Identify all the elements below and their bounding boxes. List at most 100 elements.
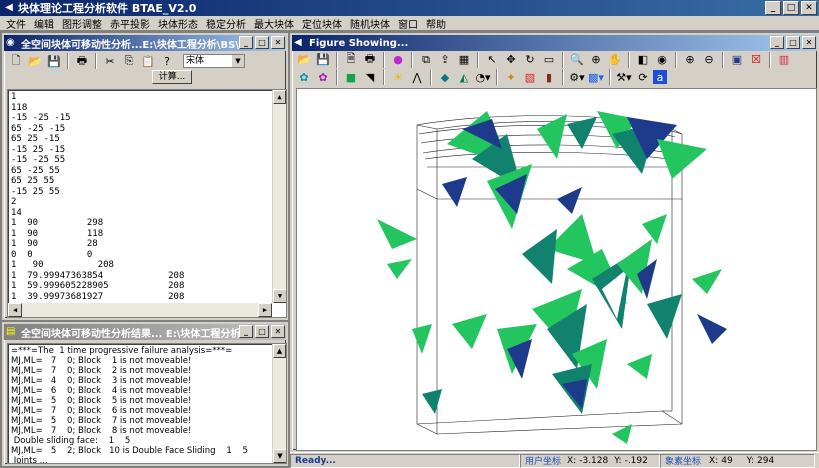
shade-icon[interactable]: ✿ (295, 69, 313, 86)
fill-icon[interactable]: ◉ (653, 51, 671, 68)
save-icon[interactable]: 💾 (45, 53, 63, 70)
input-minimize-button[interactable]: _ (239, 36, 253, 49)
plane-icon[interactable]: ◭ (455, 69, 473, 86)
joint-planes (377, 111, 727, 444)
menu-max-block[interactable]: 最大块体 (250, 16, 298, 31)
input-window-titlebar[interactable]: ◉ 全空间块体可移动性分析...E:\块体工程分析\BS\... _ □ ✕ (4, 35, 286, 51)
close-button[interactable]: ✕ (801, 1, 817, 15)
input-maximize-button[interactable]: □ (255, 36, 269, 49)
figure-toolbar-1: 📂 💾 🗎 🖶 ● ⧉ ⇪ ▦ ↖ ✥ ↻ ▭ 🔍 ⊕ ✋ ◧ ◉ ⊕ ⊖ ▣ … (292, 51, 817, 68)
zoom-region-icon[interactable]: ⊕ (587, 51, 605, 68)
figure-maximize-button[interactable]: □ (786, 36, 800, 49)
settings-icon[interactable]: ⚙▾ (568, 69, 586, 86)
menu-bar: 文件 编辑 图形调整 赤平投影 块体形态 稳定分析 最大块体 定位块体 随机块体… (0, 16, 819, 31)
print-icon[interactable]: 🖶 (73, 53, 91, 70)
menu-stereographic[interactable]: 赤平投影 (106, 16, 154, 31)
scroll-right-icon[interactable]: ▶ (258, 303, 272, 317)
user-coord: 用户坐标 X: -3.128 Y: -.192 (520, 453, 660, 468)
text-icon[interactable]: a (653, 70, 667, 84)
rotate-3d-icon[interactable]: ⟳ (634, 69, 652, 86)
bar-icon[interactable]: ▮ (540, 69, 558, 86)
save-icon[interactable]: 💾 (314, 51, 332, 68)
scroll-down-icon[interactable]: ▼ (273, 289, 286, 303)
pixel-coord: 象素坐标 X: 49 Y: 294 (660, 453, 815, 468)
block-icon[interactable]: ■ (342, 69, 360, 86)
font-select[interactable]: 宋体 ▼ (183, 54, 245, 68)
hand-pan-icon[interactable]: ✋ (606, 51, 624, 68)
menu-edit[interactable]: 编辑 (30, 16, 58, 31)
pointer-icon[interactable]: ↖ (483, 51, 501, 68)
minimize-button[interactable]: _ (765, 1, 781, 15)
cube-icon[interactable]: ◆ (436, 69, 454, 86)
menu-help[interactable]: 帮助 (422, 16, 450, 31)
menu-block-shape[interactable]: 块体形态 (154, 16, 202, 31)
figure-window-titlebar[interactable]: ◀ Figure Showing... _ □ ✕ (292, 35, 817, 51)
rotate-icon[interactable]: ↻ (521, 51, 539, 68)
tool-dropdown-icon[interactable]: ⚒▾ (615, 69, 633, 86)
zoom-out-icon[interactable]: ⊖ (700, 51, 718, 68)
layers-icon[interactable]: ◧ (634, 51, 652, 68)
paste-icon[interactable]: 📋 (139, 53, 157, 70)
figure-toolbar-2: ✿ ✿ ■ ◥ ☀ ⋀ ◆ ◭ ◔▾ ✦ ▧ ▮ ⚙▾ ▩▾ ⚒▾ ⟳ a (292, 68, 817, 86)
light-icon[interactable]: ☀ (389, 69, 407, 86)
box-icon[interactable]: ▭ (540, 51, 558, 68)
input-window-title: 全空间块体可移动性分析...E:\块体工程分析\BS\... (21, 39, 251, 51)
maximize-button[interactable]: □ (783, 1, 799, 15)
star-icon[interactable]: ✦ (502, 69, 520, 86)
input-horizontal-scrollbar[interactable]: ◀ ▶ (8, 303, 272, 317)
wire-icon[interactable]: ✿ (314, 69, 332, 86)
palette-icon[interactable]: ▥ (775, 51, 793, 68)
fit-view-icon[interactable]: ▣ (728, 51, 746, 68)
arrow-icon: ◀ (294, 37, 302, 48)
result-text-area[interactable]: =***=The 1 time progressive failure anal… (7, 343, 287, 464)
copy-figure-icon[interactable]: ⧉ (417, 51, 435, 68)
input-text-area[interactable]: 1 118 -15 -25 -15 65 -25 -15 65 25 -15 -… (7, 89, 287, 318)
result-window-titlebar[interactable]: ▤ 全空间块体可移动性分析结果... E:\块体工程分析... _ □ ✕ (4, 324, 286, 340)
grid-icon[interactable]: ▦ (455, 51, 473, 68)
new-file-icon[interactable]: 🗋 (7, 53, 25, 70)
figure-minimize-button[interactable]: _ (770, 36, 784, 49)
status-bar: Ready... 用户坐标 X: -3.128 Y: -.192 象素坐标 X:… (290, 452, 819, 468)
view-dropdown-icon[interactable]: ◔▾ (474, 69, 492, 86)
color-icon[interactable]: ● (389, 51, 407, 68)
app-titlebar[interactable]: ◀ 块体理论工程分析软件 BTAE_V2.0 _ □ ✕ (0, 0, 819, 16)
scroll-up-icon[interactable]: ▲ (273, 344, 286, 358)
result-minimize-button[interactable]: _ (239, 325, 253, 338)
result-close-button[interactable]: ✕ (271, 325, 285, 338)
document-icon: ▤ (6, 326, 16, 337)
zoom-in-icon[interactable]: ⊕ (681, 51, 699, 68)
export-icon[interactable]: ⇪ (436, 51, 454, 68)
open-folder-icon[interactable]: 📂 (26, 53, 44, 70)
menu-locate-block[interactable]: 定位块体 (298, 16, 346, 31)
result-maximize-button[interactable]: □ (255, 325, 269, 338)
reset-view-icon[interactable]: ☒ (747, 51, 765, 68)
copy-icon[interactable]: ⎘ (120, 53, 138, 70)
input-toolbar: 🗋 📂 💾 🖶 ✂ ⎘ 📋 ? 宋体 ▼ (4, 51, 286, 71)
map-icon[interactable]: ▧ (521, 69, 539, 86)
menu-graphics[interactable]: 图形调整 (58, 16, 106, 31)
help-icon[interactable]: ? (158, 53, 176, 70)
print-icon[interactable]: 🖶 (361, 51, 379, 68)
slice-icon[interactable]: ◥ (361, 69, 379, 86)
figure-canvas[interactable] (296, 88, 817, 451)
open-folder-icon[interactable]: 📂 (295, 51, 313, 68)
color-map-icon[interactable]: ▩▾ (587, 69, 605, 86)
cut-icon[interactable]: ✂ (101, 53, 119, 70)
calc-button[interactable]: 计算... (152, 70, 192, 84)
axis-icon[interactable]: ⋀ (408, 69, 426, 86)
scroll-down-icon[interactable]: ▼ (273, 449, 286, 463)
print-preview-icon[interactable]: 🗎 (342, 51, 360, 68)
figure-close-button[interactable]: ✕ (802, 36, 816, 49)
menu-file[interactable]: 文件 (2, 16, 30, 31)
input-close-button[interactable]: ✕ (271, 36, 285, 49)
move-icon[interactable]: ✥ (502, 51, 520, 68)
menu-random-block[interactable]: 随机块体 (346, 16, 394, 31)
app-title: 块体理论工程分析软件 BTAE_V2.0 (18, 2, 197, 15)
menu-window[interactable]: 窗口 (394, 16, 422, 31)
scroll-left-icon[interactable]: ◀ (8, 303, 22, 317)
input-vertical-scrollbar[interactable]: ▲ ▼ (272, 90, 286, 303)
scroll-up-icon[interactable]: ▲ (273, 90, 286, 104)
magnify-icon[interactable]: 🔍 (568, 51, 586, 68)
menu-stability[interactable]: 稳定分析 (202, 16, 250, 31)
result-vertical-scrollbar[interactable]: ▲ ▼ (272, 344, 286, 463)
